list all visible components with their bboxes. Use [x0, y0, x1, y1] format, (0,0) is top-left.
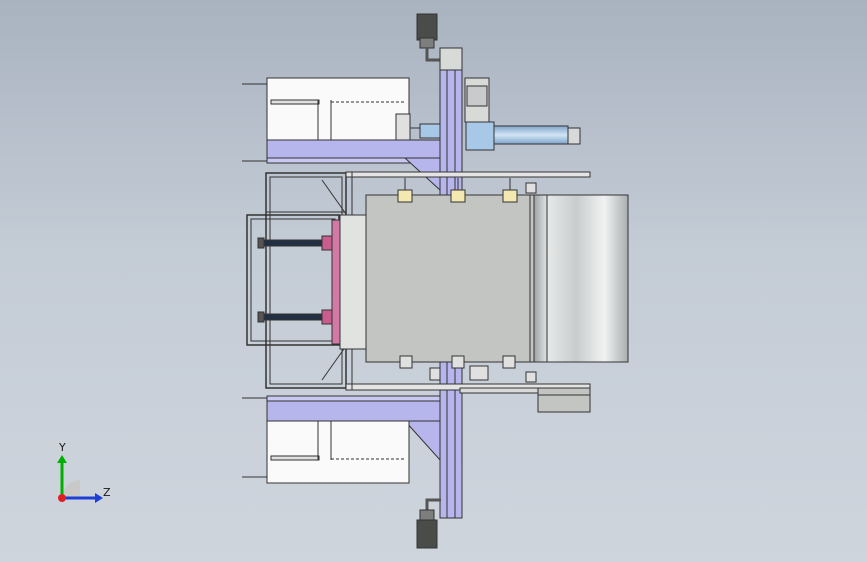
- y-axis-label: Y: [59, 441, 66, 454]
- z-axis-label: Z: [103, 486, 111, 499]
- top-beam[interactable]: [242, 139, 441, 192]
- axis-triad: [57, 455, 103, 503]
- x-axis-dot: [58, 494, 66, 502]
- lower-rod[interactable]: [257, 309, 333, 325]
- top-motor[interactable]: [416, 13, 463, 71]
- material-plate[interactable]: [365, 194, 535, 363]
- left-push-frame[interactable]: [246, 214, 340, 346]
- bottom-motor[interactable]: [416, 498, 441, 549]
- cad-viewport[interactable]: Y Z: [0, 0, 867, 562]
- bottom-cabinet[interactable]: [242, 420, 410, 484]
- machine-assembly-drawing[interactable]: [0, 0, 867, 562]
- top-cabinet[interactable]: [242, 77, 411, 141]
- push-plate[interactable]: [331, 219, 341, 345]
- top-cylinder[interactable]: [410, 77, 581, 151]
- material-roll[interactable]: [525, 182, 629, 383]
- lower-right-box[interactable]: [459, 387, 591, 413]
- upper-rod[interactable]: [257, 235, 333, 251]
